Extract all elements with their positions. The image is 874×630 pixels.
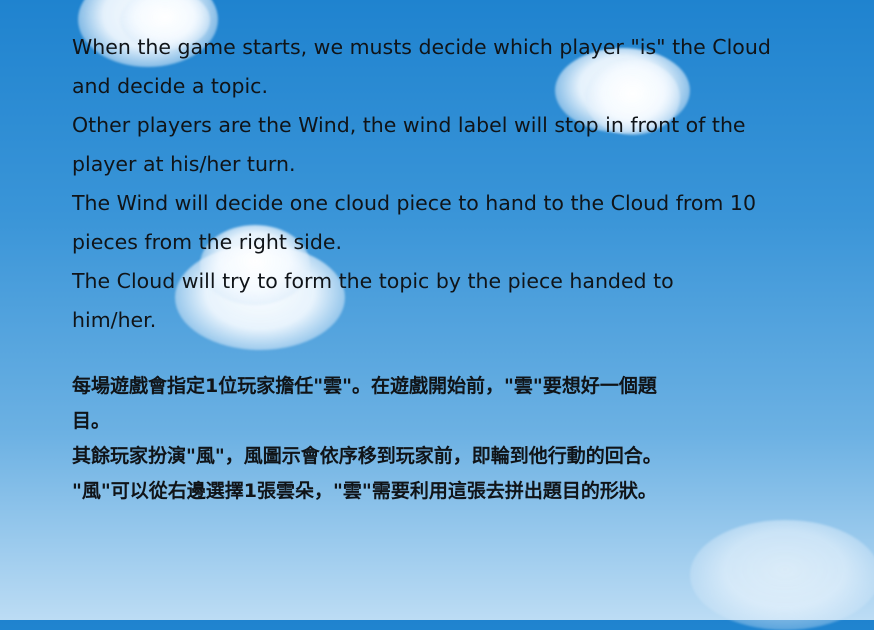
instruction-line-zh-3: 其餘玩家扮演"風"，風圖示會依序移到玩家前，即輪到他行動的回合。	[72, 445, 662, 467]
instruction-line-en-6: pieces from the right side.	[72, 230, 342, 254]
instruction-line-en-4: player at his/her turn.	[72, 152, 296, 176]
cloud-decoration-bottom-right	[690, 520, 874, 630]
instruction-line-zh-2: 目。	[72, 410, 111, 432]
instruction-line-en-7: The Cloud will try to form the topic by …	[72, 269, 674, 293]
instruction-line-en-3: Other players are the Wind, the wind lab…	[72, 113, 746, 137]
instructions-panel: When the game starts, we musts decide wh…	[72, 28, 852, 509]
instruction-line-en-1: When the game starts, we musts decide wh…	[72, 35, 771, 59]
instruction-line-zh-1: 每場遊戲會指定1位玩家擔任"雲"。在遊戲開始前，"雲"要想好一個題	[72, 375, 657, 397]
instruction-line-en-8: him/her.	[72, 308, 157, 332]
instruction-line-en-2: and decide a topic.	[72, 74, 268, 98]
instruction-line-en-5: The Wind will decide one cloud piece to …	[72, 191, 757, 215]
instruction-line-zh-4: "風"可以從右邊選擇1張雲朵，"雲"需要利用這張去拼出題目的形狀。	[72, 480, 657, 502]
